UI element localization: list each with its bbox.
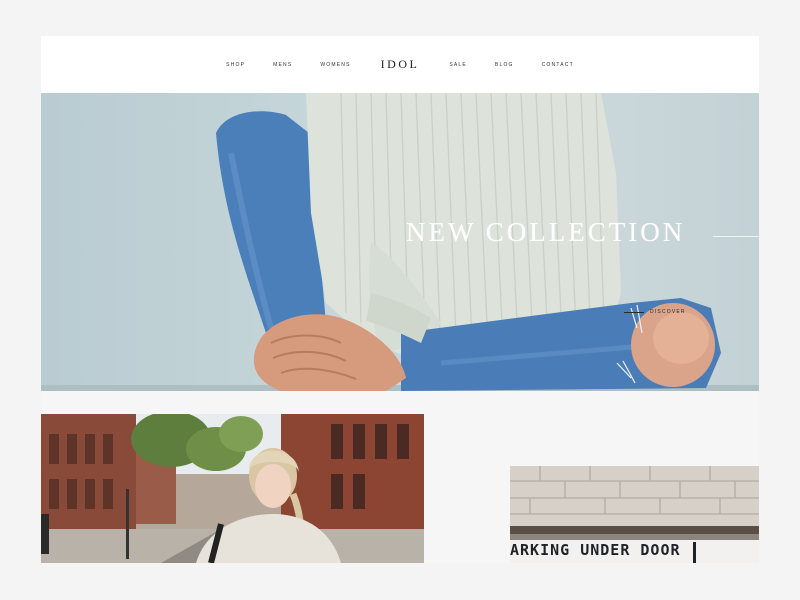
discover-rule bbox=[624, 311, 644, 313]
feature-image-street[interactable] bbox=[41, 414, 424, 563]
nav-item-womens[interactable]: WOMENS bbox=[320, 62, 350, 68]
top-navigation: SHOP MENS WOMENS IDOL SALE BLOG CONTACT bbox=[41, 36, 759, 93]
discover-link[interactable]: DISCOVER bbox=[624, 309, 686, 315]
hero-title: NEW COLLECTION bbox=[406, 217, 686, 247]
brand-logo[interactable]: IDOL bbox=[381, 57, 420, 72]
hero-title-rule bbox=[713, 236, 759, 237]
nav-item-blog[interactable]: BLOG bbox=[495, 62, 514, 68]
nav-item-shop[interactable]: SHOP bbox=[226, 62, 245, 68]
nav-item-mens[interactable]: MENS bbox=[273, 62, 292, 68]
feature-image-sign[interactable]: ARKING UNDER DOOR bbox=[510, 466, 759, 563]
nav-item-sale[interactable]: SALE bbox=[449, 62, 467, 68]
sign-text: ARKING UNDER DOOR bbox=[510, 541, 681, 559]
nav-item-contact[interactable]: CONTACT bbox=[542, 62, 574, 68]
hero-banner[interactable]: NEW COLLECTION DISCOVER bbox=[41, 93, 759, 391]
discover-label: DISCOVER bbox=[650, 309, 686, 315]
street-photo bbox=[41, 414, 424, 563]
page-frame: SHOP MENS WOMENS IDOL SALE BLOG CONTACT bbox=[41, 36, 759, 563]
